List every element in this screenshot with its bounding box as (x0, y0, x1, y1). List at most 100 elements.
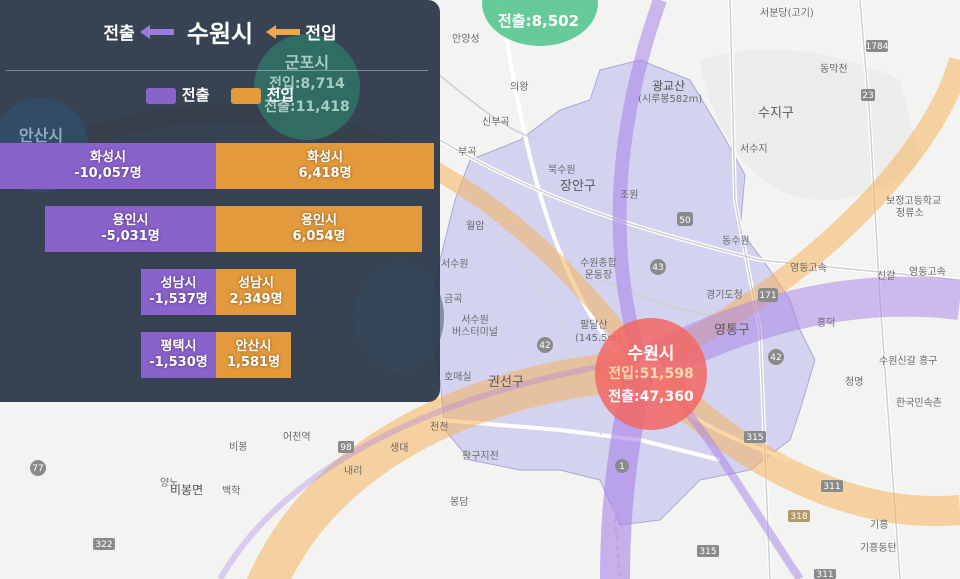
map-label-dongmakcheon: 동막천 (820, 64, 848, 75)
map-label-seosuji: 서수지 (740, 144, 768, 155)
bar-in-value: 2,349명 (229, 292, 283, 307)
ic-label-anyangseong: 안양성 (452, 34, 480, 45)
bar-out-3[interactable]: 평택시 -1,530명 (141, 332, 216, 378)
bar-out-2[interactable]: 성남시 -1,537명 (141, 269, 216, 315)
legend-out-label: 전출 (181, 86, 210, 104)
ic-label-cheongmyeong: 청명 (845, 377, 864, 388)
map-label-gwanggyosan: 광교산 (652, 79, 686, 93)
ic-label-giheung: 기흥 (870, 520, 889, 531)
ic-label-buksuwon: 북수원 (548, 165, 576, 176)
bar-in-city: 화성시 (307, 150, 343, 165)
panel-title-in: 전입 (305, 24, 337, 44)
suwon-bubble-out: 전출:47,360 (608, 389, 694, 405)
bar-in-city: 안산시 (235, 339, 272, 354)
ic-label-naeri: 내리 (344, 466, 363, 477)
ic-label-geumgok: 금곡 (444, 294, 463, 305)
map-label-gyeonggi-office: 경기도청 (706, 290, 743, 301)
bar-out-city: 성남시 (160, 276, 197, 291)
bar-out-city: 용인시 (112, 213, 149, 228)
map-label-jangan: 장안구 (560, 179, 596, 194)
route-1784: 1784 (866, 42, 889, 52)
route-42b: 42 (770, 353, 781, 363)
legend-out[interactable]: 전출 (145, 84, 210, 105)
map-label-jeongryuso: 정류소 (896, 208, 924, 219)
ic-label-josan: 조원 (620, 190, 639, 201)
bar-in-1[interactable]: 용인시 6,054명 (216, 206, 422, 252)
bar-in-city: 용인시 (301, 213, 337, 228)
route-311b: 311 (816, 570, 833, 579)
panel-legend: 전출 전입 (0, 84, 440, 105)
route-50: 50 (679, 216, 691, 226)
map-label-bibong-myeon: 비봉면 (170, 483, 204, 497)
map-label-hankook: 한국민속촌 (896, 398, 942, 409)
flow-panel: 군포시 전입:8,714 전출:11,418 안산시 전출 수원시 전입 전출 … (0, 0, 444, 402)
route-318: 318 (790, 512, 807, 522)
bar-in-value: 6,054명 (292, 229, 346, 244)
ic-label-bugok: 부곡 (458, 147, 477, 158)
bar-out-value: -10,057명 (74, 166, 142, 181)
map-label-eocheon: 어천역 (283, 432, 311, 443)
map-label-expressway: 영동고속 (790, 263, 827, 274)
bar-out-value: -1,530명 (149, 355, 208, 370)
bar-in-2[interactable]: 성남시 2,349명 (216, 269, 296, 315)
bar-out-1[interactable]: 용인시 -5,031명 (45, 206, 216, 252)
faint-bubble-right (354, 262, 444, 372)
legend-in-label: 전입 (266, 86, 295, 104)
map-label-expressway-2: 영동고속 (909, 267, 946, 278)
arrow-right-icon (266, 24, 301, 39)
ic-label-bibong: 비봉 (229, 442, 248, 453)
map-label-gwanggyosan-sub: (시루봉582m) (638, 94, 703, 105)
route-322: 322 (95, 540, 112, 550)
ic-label-euiwang: 의왕 (510, 82, 529, 93)
route-315b: 315 (699, 547, 716, 557)
ic-label-singal: 신갈 (877, 271, 896, 282)
route-42: 42 (539, 341, 550, 351)
ic-label-seosuwon: 서수원 (441, 259, 469, 270)
map-label-seobundang: 서분당(고기) (760, 8, 814, 19)
route-77: 77 (32, 464, 43, 474)
bar-out-0[interactable]: 화성시 -10,057명 (0, 143, 216, 189)
map-label-suji: 수지구 (758, 106, 794, 121)
legend-out-swatch (145, 87, 176, 104)
ic-label-hoeyeok: 호매실 (444, 372, 472, 383)
ic-label-saengdae: 생대 (390, 443, 409, 454)
bar-out-city: 평택시 (160, 339, 197, 354)
bar-in-3[interactable]: 안산시 1,581명 (216, 332, 291, 378)
ic-label-wolam: 월암 (466, 221, 485, 232)
panel-title-out: 전출 (103, 24, 135, 44)
ic-label-suwonsingal: 수원신갈 흥구 (879, 356, 938, 367)
legend-in-swatch (230, 87, 261, 104)
ic-label-giheung-dongtan: 기흥동탄 (860, 543, 897, 554)
ic-label-sinbugok: 신부곡 (482, 117, 510, 128)
bar-out-value: -1,537명 (149, 292, 208, 307)
legend-in[interactable]: 전입 (230, 84, 295, 105)
city-bubble-top-out-label: 전출:8,502 (498, 12, 580, 30)
map-label-gwonseon: 권선구 (488, 375, 524, 390)
ic-label-bongdam: 봉담 (450, 497, 469, 508)
suwon-bubble-name: 수원시 (627, 344, 675, 364)
route-43: 43 (652, 263, 663, 273)
route-171: 171 (759, 291, 776, 301)
bar-out-city: 화성시 (90, 150, 126, 165)
bar-in-value: 6,418명 (298, 166, 352, 181)
route-98: 98 (340, 443, 352, 453)
panel-divider (6, 70, 428, 71)
arrow-left-icon (139, 24, 174, 39)
bar-in-value: 1,581명 (226, 355, 281, 370)
bar-in-city: 성남시 (238, 276, 274, 291)
map-label-hwanggu: 황구지천 (462, 451, 499, 462)
ic-label-cheoncheon: 천천 (430, 422, 449, 433)
map-label-stadium: 수원종합 운동장 (580, 258, 617, 281)
map-label-seosuwon-bus: 서수원 버스터미널 (452, 315, 498, 338)
suwon-bubble-in: 전입:51,598 (608, 366, 694, 382)
map-label-yeongtong: 영통구 (714, 323, 750, 338)
ic-label-dongsuwon: 동수원 (722, 236, 750, 247)
route-1: 1 (619, 462, 625, 472)
ic-label-heungdeok: 흥덕 (817, 318, 836, 329)
bar-in-0[interactable]: 화성시 6,418명 (216, 143, 434, 189)
map-label-bojeong: 보정고등학교 (886, 196, 942, 207)
route-311a: 311 (823, 482, 840, 492)
panel-title-city: 수원시 (186, 20, 254, 48)
route-23: 23 (862, 91, 873, 101)
map-label-paldalsan: 팔달산 (580, 320, 608, 331)
